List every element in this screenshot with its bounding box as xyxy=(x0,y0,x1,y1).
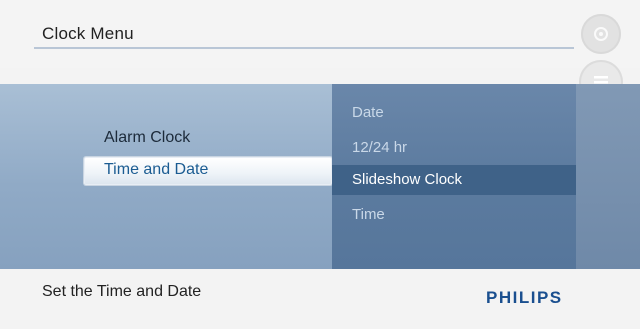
footer: Set the Time and Date PHILIPS xyxy=(0,269,640,329)
title-divider xyxy=(34,47,574,49)
status-text: Set the Time and Date xyxy=(42,283,202,300)
submenu-item-date[interactable]: Date xyxy=(352,104,384,121)
menu-item-alarm-clock[interactable]: Alarm Clock xyxy=(104,129,190,147)
settings-icon[interactable] xyxy=(581,14,621,54)
menu-item-label: Time and Date xyxy=(104,161,209,178)
submenu-list: Date 12/24 hr Slideshow Clock Time xyxy=(332,84,576,269)
page-title: Clock Menu xyxy=(42,24,134,43)
right-side-strip xyxy=(576,84,640,269)
submenu-item-12-24-hr[interactable]: 12/24 hr xyxy=(352,139,407,156)
brand-logo: PHILIPS xyxy=(486,288,563,307)
clock-menu-list: Alarm Clock Time and Date xyxy=(0,84,332,269)
menu-panel: Alarm Clock Time and Date Date 12/24 hr … xyxy=(0,84,640,269)
submenu-item-time[interactable]: Time xyxy=(352,206,385,223)
submenu-item-slideshow-clock[interactable]: Slideshow Clock xyxy=(332,165,576,195)
header: Clock Menu xyxy=(0,0,640,68)
clock-menu-screen: Clock Menu Alarm Clock Time and Date Dat… xyxy=(0,0,640,329)
submenu-item-label: Slideshow Clock xyxy=(352,171,463,188)
menu-item-time-and-date[interactable]: Time and Date xyxy=(84,157,332,185)
